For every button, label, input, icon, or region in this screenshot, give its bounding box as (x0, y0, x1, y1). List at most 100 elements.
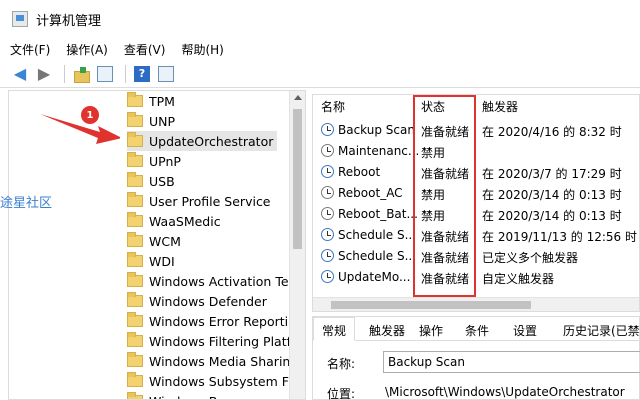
annotation-arrow-icon (40, 114, 120, 144)
column-header-name[interactable]: 名称 (321, 98, 345, 115)
tab-history[interactable]: 历史记录(已禁 (563, 322, 640, 339)
menu-view[interactable]: 查看(V) (124, 41, 166, 58)
computer-management-icon (12, 11, 28, 27)
task-trigger: 在 2020/3/14 的 0:13 时 (482, 188, 622, 202)
action-pane-icon (158, 65, 174, 82)
tree-item[interactable]: Windows Error Reportir (127, 311, 293, 331)
folder-icon (127, 132, 143, 147)
back-arrow-icon: ◀ (13, 64, 27, 83)
tree-item[interactable]: Windows Subsystem Fo (127, 371, 296, 391)
task-row[interactable]: Reboot_AC 禁用在 2020/3/14 的 0:13 时 (313, 183, 639, 204)
task-name-field[interactable]: Backup Scan (383, 351, 640, 373)
task-clock-icon (321, 270, 334, 283)
tab-settings[interactable]: 设置 (513, 322, 537, 339)
task-clock-icon (321, 249, 334, 262)
folder-icon (127, 332, 143, 347)
tree-item[interactable]: Windows Media Sharing (127, 351, 298, 371)
tree-item[interactable]: USB (127, 171, 175, 191)
menu-bar: 文件(F) 操作(A) 查看(V) 帮助(H) (0, 38, 640, 60)
toolbar-separator (125, 64, 126, 83)
task-row[interactable]: Backup Scan 准备就绪在 2020/4/16 的 8:32 时 (313, 120, 639, 141)
task-clock-icon (321, 228, 334, 241)
show-hide-tree-button[interactable] (95, 64, 115, 84)
task-name: Maintenanc... (338, 144, 420, 158)
folder-icon (127, 292, 143, 307)
title-bar: 计算机管理 (0, 0, 640, 38)
tab-actions[interactable]: 操作 (419, 322, 443, 339)
task-row[interactable]: Schedule S... 准备就绪在 2019/11/13 的 12:56 时 … (313, 225, 640, 246)
tree-item-label: UpdateOrchestrator (149, 133, 274, 149)
details-tabs: 常规 触发器 操作 条件 设置 历史记录(已禁 (313, 317, 640, 341)
tree-item-label: WDI (149, 253, 175, 269)
tab-triggers[interactable]: 触发器 (369, 322, 405, 339)
console-tree-icon (97, 65, 113, 82)
menu-action[interactable]: 操作(A) (66, 41, 108, 58)
tree-item[interactable]: UPnP (127, 151, 181, 171)
tree-item[interactable]: WDI (127, 251, 175, 271)
tree-item-label: UNP (149, 113, 176, 129)
task-trigger: 已定义多个触发器 (482, 251, 579, 265)
menu-help[interactable]: 帮助(H) (181, 41, 223, 58)
tree-item-label: Windows Subsystem Fo (149, 373, 297, 389)
task-pane: 名称 状态 触发器 Backup Scan 准备就绪在 2020/4/16 的 8… (312, 94, 640, 400)
task-trigger: 在 2020/3/7 的 17:29 时 (482, 167, 622, 181)
location-label: 位置: (327, 387, 356, 400)
folder-icon (127, 92, 143, 107)
tree-item[interactable]: User Profile Service (127, 191, 271, 211)
task-row[interactable]: Reboot_Bat... 禁用在 2020/3/14 的 0:13 时 (313, 204, 639, 225)
folder-icon (127, 392, 143, 399)
tree-item-label: Windows Ba (149, 394, 225, 400)
tree-scroll-thumb[interactable] (293, 109, 302, 249)
task-clock-icon (321, 207, 334, 220)
name-label: 名称: (327, 357, 356, 371)
task-list-scroll-thumb[interactable] (331, 301, 531, 309)
tree-item[interactable]: UpdateOrchestrator (127, 131, 278, 151)
menu-file[interactable]: 文件(F) (10, 41, 50, 58)
tree-item[interactable]: Windows Activation Tec (127, 271, 295, 291)
tree-item[interactable]: Windows Ba (127, 391, 225, 400)
tree-item-label: Windows Filtering Platfc (149, 333, 298, 349)
forward-button[interactable]: ▶ (34, 64, 54, 84)
folder-icon (127, 112, 143, 127)
task-name: Reboot_AC (338, 186, 403, 200)
task-row[interactable]: Schedule S... 准备就绪 已定义多个触发器 (313, 246, 639, 267)
task-name: Schedule S... (338, 228, 417, 242)
folder-up-icon (73, 66, 90, 83)
back-button[interactable]: ◀ (10, 64, 30, 84)
tree-item[interactable]: TPM (127, 91, 175, 111)
watermark: 途星社区 (0, 196, 53, 211)
folder-icon (127, 252, 143, 267)
tree-item[interactable]: Windows Filtering Platfc (127, 331, 298, 351)
scroll-up-icon[interactable] (294, 95, 302, 100)
task-row[interactable]: Reboot 准备就绪在 2020/3/7 的 17:29 时 (313, 162, 639, 183)
tree-item[interactable]: WCM (127, 231, 181, 251)
task-trigger: 在 2019/11/13 的 12:56 时 - (482, 230, 640, 244)
tree-item[interactable]: Windows Defender (127, 291, 267, 311)
folder-icon (127, 312, 143, 327)
forward-arrow-icon: ▶ (37, 64, 51, 83)
up-level-button[interactable] (71, 64, 91, 84)
task-row[interactable]: UpdateMo... 准备就绪 自定义触发器 (313, 267, 639, 288)
toolbar: ◀ ▶ ? (0, 60, 640, 88)
help-icon: ? (134, 65, 150, 82)
tree-item[interactable]: WaaSMedic (127, 211, 221, 231)
toolbar-separator (64, 64, 65, 83)
tree-item-label: Windows Defender (149, 293, 267, 309)
column-header-trigger[interactable]: 触发器 (482, 98, 518, 115)
tree-item-label: TPM (149, 93, 175, 109)
help-button[interactable]: ? (132, 64, 152, 84)
task-row[interactable]: Maintenanc... 禁用 (313, 141, 639, 162)
action-pane-button[interactable] (156, 64, 176, 84)
tree-item[interactable]: UNP (127, 111, 175, 131)
task-location-value: \Microsoft\Windows\UpdateOrchestrator (385, 385, 625, 399)
tree-scrollbar[interactable] (289, 91, 305, 399)
folder-icon (127, 272, 143, 287)
task-list: 名称 状态 触发器 Backup Scan 准备就绪在 2020/4/16 的 8… (312, 94, 640, 312)
tab-general[interactable]: 常规 (313, 317, 356, 341)
tab-conditions[interactable]: 条件 (465, 322, 489, 339)
task-name: Reboot (338, 165, 381, 179)
tree-item-label: Windows Error Reportir (149, 313, 294, 329)
tree-item-label: USB (149, 173, 175, 189)
task-list-scrollbar[interactable] (313, 297, 639, 311)
folder-icon (127, 172, 143, 187)
